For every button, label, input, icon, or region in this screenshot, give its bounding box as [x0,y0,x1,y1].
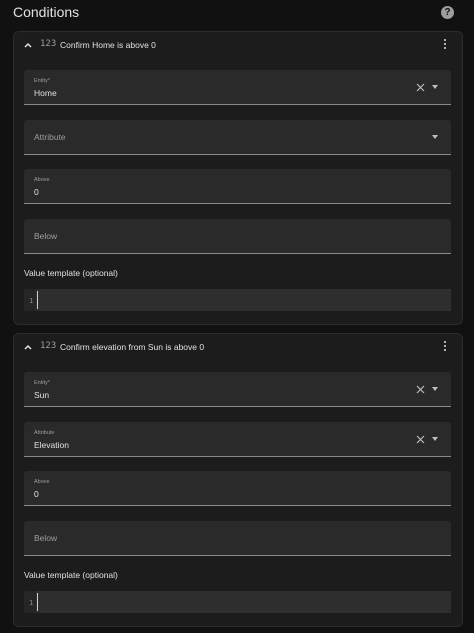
chevron-up-icon[interactable] [23,40,33,50]
below-field[interactable]: Below [24,219,451,254]
attribute-placeholder: Attribute [34,132,66,142]
entity-select[interactable]: Entity* Sun [24,372,451,407]
page-title: Conditions [13,4,80,20]
numeric-icon: 123 [40,341,57,351]
editor-gutter: 1 [24,289,36,311]
attribute-label: Attribute [34,430,55,436]
above-value: 0 [34,187,39,197]
entity-value: Sun [34,390,50,400]
below-placeholder: Below [34,231,58,241]
condition-card: 123 Confirm Home is above 0 Entity* Home… [13,31,463,325]
value-template-label: Value template (optional) [24,268,118,278]
line-number: 1 [29,297,34,305]
attribute-value: Elevation [34,440,69,450]
numeric-icon: 123 [40,39,57,49]
dots-vertical-icon[interactable] [442,341,448,353]
entity-label: Entity* [34,380,50,386]
entity-value: Home [34,88,57,98]
below-field[interactable]: Below [24,521,451,556]
value-template-editor[interactable]: 1 [24,591,451,613]
menu-down-icon[interactable] [432,135,438,139]
entity-label: Entity* [34,78,50,84]
condition-card-header[interactable]: 123 Confirm Home is above 0 [14,32,462,62]
close-icon[interactable] [416,385,425,394]
help-icon[interactable]: ? [441,6,454,19]
value-template-editor[interactable]: 1 [24,289,451,311]
condition-card: 123 Confirm elevation from Sun is above … [13,333,463,627]
above-label: Above [34,177,50,183]
condition-title: Confirm Home is above 0 [60,40,156,50]
close-icon[interactable] [416,435,425,444]
line-number: 1 [29,599,34,607]
editor-gutter: 1 [24,591,36,613]
chevron-up-icon[interactable] [23,342,33,352]
text-cursor [37,593,38,611]
value-template-label: Value template (optional) [24,570,118,580]
entity-select[interactable]: Entity* Home [24,70,451,105]
below-placeholder: Below [34,533,58,543]
menu-down-icon[interactable] [432,387,438,391]
condition-card-header[interactable]: 123 Confirm elevation from Sun is above … [14,334,462,364]
above-label: Above [34,479,50,485]
close-icon[interactable] [416,83,425,92]
above-value: 0 [34,489,39,499]
menu-down-icon[interactable] [432,85,438,89]
menu-down-icon[interactable] [432,437,438,441]
above-field[interactable]: Above 0 [24,471,451,506]
attribute-select[interactable]: Attribute [24,120,451,155]
text-cursor [37,291,38,309]
attribute-select[interactable]: Attribute Elevation [24,422,451,457]
condition-title: Confirm elevation from Sun is above 0 [60,342,205,352]
dots-vertical-icon[interactable] [442,39,448,51]
above-field[interactable]: Above 0 [24,169,451,204]
page-header: Conditions ? [0,0,474,26]
